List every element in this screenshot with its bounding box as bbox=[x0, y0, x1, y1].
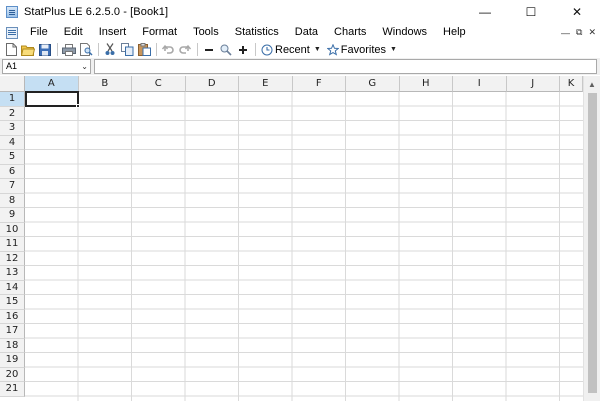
row-header-2[interactable]: 2 bbox=[0, 106, 25, 121]
row-header-15[interactable]: 15 bbox=[0, 295, 25, 310]
row-header-17[interactable]: 17 bbox=[0, 324, 25, 339]
menu-tools[interactable]: Tools bbox=[185, 24, 227, 41]
row-header-19[interactable]: 19 bbox=[0, 353, 25, 368]
column-header-h[interactable]: H bbox=[399, 76, 453, 92]
undo-icon[interactable] bbox=[160, 42, 176, 58]
menu-file[interactable]: File bbox=[22, 24, 56, 41]
menu-insert[interactable]: Insert bbox=[91, 24, 135, 41]
menu-format[interactable]: Format bbox=[134, 24, 185, 41]
row-header-8[interactable]: 8 bbox=[0, 193, 25, 208]
column-header-g[interactable]: G bbox=[346, 76, 400, 92]
menu-statistics[interactable]: Statistics bbox=[227, 24, 287, 41]
menu-windows[interactable]: Windows bbox=[374, 24, 435, 41]
formula-bar: A1 ⌄ bbox=[0, 58, 600, 75]
document-window-controls: — ⧉ ✕ bbox=[561, 24, 596, 41]
column-header-a[interactable]: A bbox=[25, 76, 79, 92]
save-icon[interactable] bbox=[37, 42, 53, 58]
row-header-14[interactable]: 14 bbox=[0, 280, 25, 295]
column-header-e[interactable]: E bbox=[239, 76, 293, 92]
row-header-16[interactable]: 16 bbox=[0, 309, 25, 324]
cell-area[interactable] bbox=[25, 92, 583, 401]
close-button[interactable]: ✕ bbox=[554, 0, 600, 24]
row-header-4[interactable]: 4 bbox=[0, 135, 25, 150]
column-header-j[interactable]: J bbox=[506, 76, 560, 92]
copy-icon[interactable] bbox=[119, 42, 135, 58]
active-cell-a1[interactable] bbox=[25, 91, 79, 107]
name-box-value: A1 bbox=[6, 61, 18, 71]
print-icon[interactable] bbox=[61, 42, 77, 58]
maximize-button[interactable]: ☐ bbox=[508, 0, 554, 24]
clock-icon bbox=[261, 44, 273, 55]
cut-icon[interactable] bbox=[102, 42, 118, 58]
row-header-12[interactable]: 12 bbox=[0, 251, 25, 266]
row-header-9[interactable]: 9 bbox=[0, 208, 25, 223]
row-header-6[interactable]: 6 bbox=[0, 164, 25, 179]
chevron-down-icon: ▼ bbox=[390, 46, 397, 53]
toolbar-separator bbox=[57, 43, 58, 56]
favorites-label: Favorites bbox=[340, 43, 387, 56]
doc-restore-button[interactable]: ⧉ bbox=[576, 27, 582, 38]
column-header-d[interactable]: D bbox=[185, 76, 239, 92]
doc-close-button[interactable]: ✕ bbox=[588, 27, 596, 38]
chevron-down-icon: ▼ bbox=[313, 46, 321, 53]
scroll-up-icon[interactable]: ▲ bbox=[584, 76, 600, 92]
scrollbar-thumb[interactable] bbox=[588, 93, 597, 393]
row-header-7[interactable]: 7 bbox=[0, 179, 25, 194]
toolbar: Recent ▼ Favorites ▼ bbox=[0, 41, 600, 58]
toolbar-separator bbox=[156, 43, 157, 56]
toolbar-separator bbox=[197, 43, 198, 56]
redo-icon[interactable] bbox=[177, 42, 193, 58]
row-header-10[interactable]: 10 bbox=[0, 222, 25, 237]
window-controls: — ☐ ✕ bbox=[462, 0, 600, 24]
fill-handle[interactable] bbox=[76, 104, 80, 108]
spreadsheet-grid: ABCDEFGHIJK 1 2 3 4 5 6 7 8 9 10 11 12 13 14 15 16 17 18 1… bbox=[0, 76, 600, 401]
minimize-button[interactable]: — bbox=[462, 0, 508, 24]
toolbar-separator bbox=[255, 43, 256, 56]
row-header-18[interactable]: 18 bbox=[0, 338, 25, 353]
row-header-13[interactable]: 13 bbox=[0, 266, 25, 281]
title-bar: StatPlus LE 6.2.5.0 - [Book1] — ☐ ✕ bbox=[0, 0, 600, 24]
recent-dropdown[interactable]: Recent ▼ bbox=[259, 42, 323, 58]
row-header-1[interactable]: 1 bbox=[0, 92, 25, 107]
select-all-corner[interactable] bbox=[0, 76, 25, 92]
column-header-f[interactable]: F bbox=[292, 76, 346, 92]
menu-help[interactable]: Help bbox=[435, 24, 474, 41]
star-icon bbox=[326, 43, 339, 56]
document-menu-icon[interactable] bbox=[5, 26, 19, 39]
menu-edit[interactable]: Edit bbox=[56, 24, 91, 41]
row-header-21[interactable]: 21 bbox=[0, 382, 25, 397]
zoom-icon[interactable] bbox=[218, 42, 234, 58]
recent-label: Recent bbox=[275, 43, 310, 56]
column-header-b[interactable]: B bbox=[78, 76, 132, 92]
toolbar-separator bbox=[98, 43, 99, 56]
column-header-c[interactable]: C bbox=[132, 76, 186, 92]
zoom-out-icon[interactable] bbox=[201, 42, 217, 58]
app-icon bbox=[6, 6, 18, 18]
row-header-20[interactable]: 20 bbox=[0, 367, 25, 382]
new-document-icon[interactable] bbox=[3, 42, 19, 58]
vertical-scrollbar[interactable]: ▲ bbox=[583, 76, 600, 401]
menu-data[interactable]: Data bbox=[287, 24, 326, 41]
row-header-11[interactable]: 11 bbox=[0, 237, 25, 252]
doc-minimize-button[interactable]: — bbox=[561, 28, 570, 38]
print-preview-icon[interactable] bbox=[78, 42, 94, 58]
name-box[interactable]: A1 ⌄ bbox=[2, 59, 91, 74]
chevron-down-icon[interactable]: ⌄ bbox=[81, 60, 88, 73]
column-header-i[interactable]: I bbox=[453, 76, 507, 92]
favorites-dropdown[interactable]: Favorites ▼ bbox=[325, 42, 399, 58]
open-folder-icon[interactable] bbox=[20, 42, 36, 58]
menu-charts[interactable]: Charts bbox=[326, 24, 374, 41]
zoom-in-icon[interactable] bbox=[235, 42, 251, 58]
row-header-3[interactable]: 3 bbox=[0, 121, 25, 136]
column-header-k[interactable]: K bbox=[560, 76, 583, 92]
menu-bar: File Edit Insert Format Tools Statistics… bbox=[0, 24, 600, 41]
window-title: StatPlus LE 6.2.5.0 - [Book1] bbox=[24, 6, 169, 18]
row-header-5[interactable]: 5 bbox=[0, 150, 25, 165]
paste-icon[interactable] bbox=[136, 42, 152, 58]
formula-input[interactable] bbox=[94, 59, 597, 74]
